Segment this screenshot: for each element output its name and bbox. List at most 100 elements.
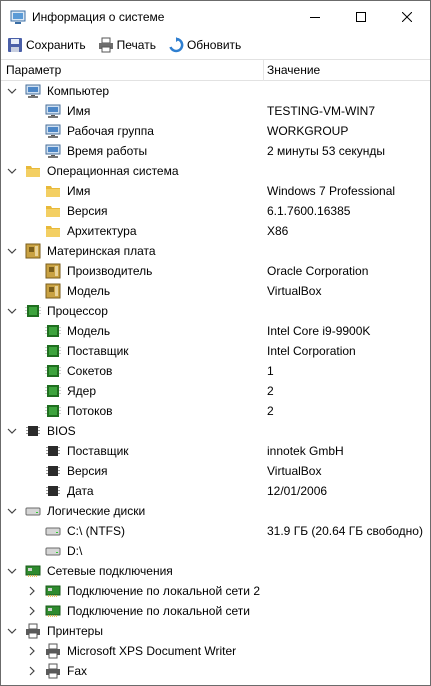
tree-category[interactable]: Материнская плата [1, 241, 430, 261]
chevron-down-icon[interactable] [7, 505, 17, 517]
tree-item-label: Потоков [67, 404, 113, 418]
tree-item-value: innotek GmbH [267, 444, 344, 458]
motherboard-icon [45, 283, 61, 299]
tree-item-label: Модель [67, 284, 111, 298]
tree-item-label: Версия [67, 464, 108, 478]
print-button[interactable]: Печать [98, 35, 156, 55]
minimize-button[interactable] [292, 1, 338, 32]
system-info-window: Информация о системе Сохранить Печать Об… [0, 0, 431, 686]
tree-item[interactable]: Поставщик Intel Corporation [1, 341, 430, 361]
save-icon [7, 37, 23, 53]
tree-item[interactable]: Архитектура X86 [1, 221, 430, 241]
tree-category[interactable]: Операционная система [1, 161, 430, 181]
tree-item[interactable]: Дата 12/01/2006 [1, 481, 430, 501]
close-button[interactable] [384, 1, 430, 32]
tree-item[interactable]: Модель VirtualBox [1, 281, 430, 301]
tree-category[interactable]: Сетевые подключения [1, 561, 430, 581]
refresh-button[interactable]: Обновить [168, 35, 241, 55]
folder-icon [25, 163, 41, 179]
tree-item-label: Подключение по локальной сети 2 [67, 584, 261, 598]
tree-item[interactable]: Подключение по локальной сети [1, 601, 430, 621]
tree-item-label: Время работы [67, 144, 148, 158]
tree-item-value: 6.1.7600.16385 [267, 204, 351, 218]
tree-item-label: Операционная система [47, 164, 179, 178]
bios-chip-icon [25, 423, 41, 439]
tree-item-label: Имя [67, 104, 91, 118]
cpu-icon [45, 343, 61, 359]
folder-icon [45, 203, 61, 219]
title-bar[interactable]: Информация о системе [1, 1, 430, 32]
tree-category[interactable]: Принтеры [1, 621, 430, 641]
cpu-icon [45, 383, 61, 399]
tree-item-value: VirtualBox [267, 464, 322, 478]
maximize-button[interactable] [338, 1, 384, 32]
column-separator[interactable] [263, 60, 264, 81]
motherboard-icon [45, 263, 61, 279]
tree-item-value: 1 [267, 364, 274, 378]
chevron-down-icon[interactable] [7, 85, 17, 97]
chevron-down-icon[interactable] [7, 305, 17, 317]
tree-item[interactable]: Имя Windows 7 Professional [1, 181, 430, 201]
tree-item-label: C:\ (NTFS) [67, 524, 125, 538]
refresh-label: Обновить [186, 38, 242, 52]
toolbar: Сохранить Печать Обновить [1, 32, 430, 58]
tree-item[interactable]: Подключение по локальной сети 2 [1, 581, 430, 601]
tree-item-value: 2 [267, 384, 274, 398]
bios-chip-icon [45, 443, 61, 459]
column-header: Параметр Значение [1, 59, 430, 81]
cpu-icon [45, 323, 61, 339]
tree-item[interactable]: Модель Intel Core i9-9900K [1, 321, 430, 341]
tree-item[interactable]: Fax [1, 661, 430, 681]
column-header-parameter[interactable]: Параметр [6, 63, 61, 77]
disk-icon [45, 523, 61, 539]
save-button[interactable]: Сохранить [7, 35, 86, 55]
tree-item[interactable]: Версия 6.1.7600.16385 [1, 201, 430, 221]
tree-item[interactable]: Производитель Oracle Corporation [1, 261, 430, 281]
tree-item-label: Материнская плата [47, 244, 156, 258]
chevron-right-icon[interactable] [27, 605, 37, 617]
network-card-icon [25, 563, 41, 579]
chevron-right-icon[interactable] [27, 585, 37, 597]
tree-item-value: 2 [267, 404, 274, 418]
tree-category[interactable]: Процессор [1, 301, 430, 321]
chevron-down-icon[interactable] [7, 425, 17, 437]
tree-item-label: Fax [67, 664, 88, 678]
system-info-icon [10, 9, 26, 25]
tree-item-value: VirtualBox [267, 284, 322, 298]
tree-item-label: Поставщик [67, 444, 129, 458]
chevron-right-icon[interactable] [27, 645, 37, 657]
disk-icon [45, 543, 61, 559]
tree-item-label: D:\ [67, 544, 83, 558]
tree-item[interactable]: Имя TESTING-VM-WIN7 [1, 101, 430, 121]
tree-category[interactable]: BIOS [1, 421, 430, 441]
tree-item-value: 31.9 ГБ (20.64 ГБ свободно) [267, 524, 423, 538]
tree-item[interactable]: D:\ [1, 541, 430, 561]
tree-item-value: X86 [267, 224, 289, 238]
save-label: Сохранить [26, 38, 86, 52]
tree-item[interactable]: Потоков 2 [1, 401, 430, 421]
chevron-down-icon[interactable] [7, 245, 17, 257]
tree-item-label: Ядер [67, 384, 97, 398]
tree-item-label: Microsoft XPS Document Writer [67, 644, 237, 658]
chevron-down-icon[interactable] [7, 565, 17, 577]
tree-category[interactable]: Компьютер [1, 81, 430, 101]
tree-item-label: Поставщик [67, 344, 129, 358]
tree-item-label: Имя [67, 184, 91, 198]
tree-item-label: Подключение по локальной сети [67, 604, 250, 618]
tree-item-label: BIOS [47, 424, 76, 438]
tree-category[interactable]: Логические диски [1, 501, 430, 521]
chevron-down-icon[interactable] [7, 165, 17, 177]
tree-item-value: TESTING-VM-WIN7 [267, 104, 375, 118]
chevron-down-icon[interactable] [7, 625, 17, 637]
tree-item[interactable]: Сокетов 1 [1, 361, 430, 381]
tree-item[interactable]: Версия VirtualBox [1, 461, 430, 481]
tree-item[interactable]: Microsoft XPS Document Writer [1, 641, 430, 661]
tree-item[interactable]: Время работы 2 минуты 53 секунды [1, 141, 430, 161]
tree-item[interactable]: Рабочая группа WORKGROUP [1, 121, 430, 141]
chevron-right-icon[interactable] [27, 665, 37, 677]
tree-item[interactable]: Поставщик innotek GmbH [1, 441, 430, 461]
print-label: Печать [116, 38, 156, 52]
tree-item[interactable]: Ядер 2 [1, 381, 430, 401]
tree-item[interactable]: C:\ (NTFS) 31.9 ГБ (20.64 ГБ свободно) [1, 521, 430, 541]
column-header-value[interactable]: Значение [267, 63, 320, 77]
